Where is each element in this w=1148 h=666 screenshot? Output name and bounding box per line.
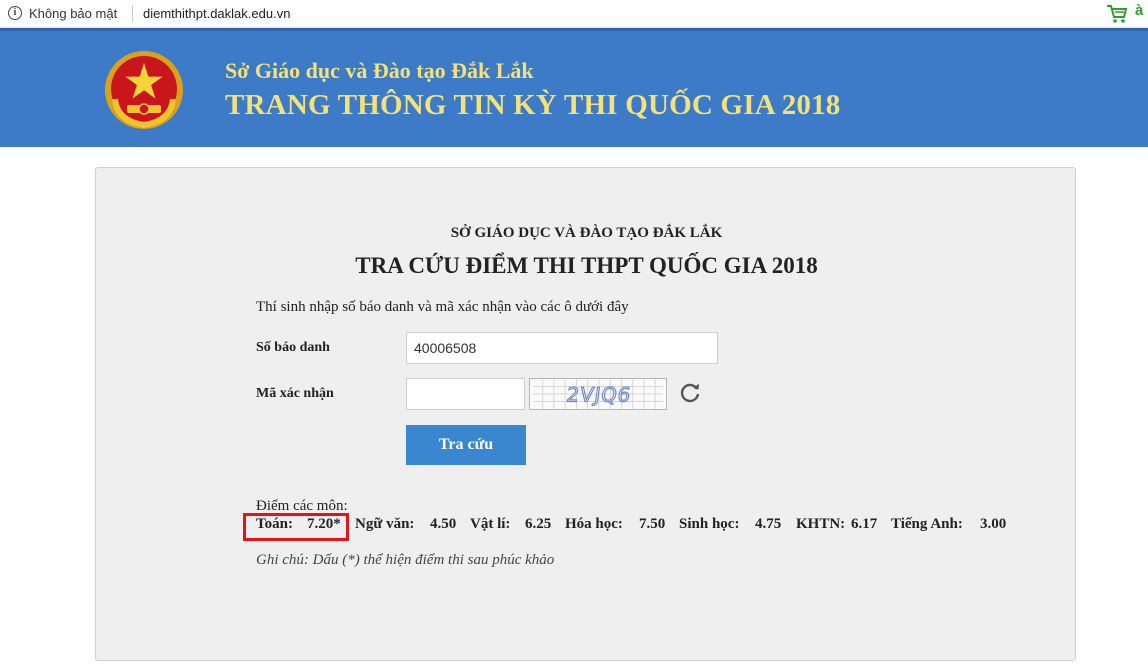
instruction-text: Thí sinh nhập số báo danh và mã xác nhận… — [256, 299, 629, 315]
footnote: Ghi chú: Dấu (*) thể hiện điểm thi sau p… — [256, 552, 555, 568]
subject-score-physics: 6.25 — [525, 516, 552, 532]
banner-subtitle: Sở Giáo dục và Đào tạo Đắk Lắk — [225, 58, 534, 83]
lookup-panel: SỞ GIÁO DỤC VÀ ĐÀO TẠO ĐẮK LẮK TRA CỨU Đ… — [95, 167, 1076, 661]
subject-name-literature: Ngữ văn: — [355, 516, 415, 532]
subject-name-biology: Sinh học: — [679, 516, 740, 532]
subject-score-natural-sciences: 6.17 — [851, 516, 878, 532]
subject-score-chemistry: 7.50 — [639, 516, 666, 532]
math-score-highlight — [243, 513, 349, 541]
subject-name-physics: Vật lí: — [470, 516, 511, 532]
address-separator — [132, 5, 133, 22]
browser-address-bar: i Không bảo mật diemthithpt.daklak.edu.v… — [0, 0, 1148, 28]
info-icon[interactable]: i — [8, 6, 22, 20]
subject-score-biology: 4.75 — [755, 516, 782, 532]
refresh-icon[interactable] — [678, 380, 702, 404]
url-field[interactable]: diemthithpt.daklak.edu.vn — [143, 6, 290, 21]
candidate-number-input[interactable]: 40006508 — [406, 332, 718, 364]
site-banner: Sở Giáo dục và Đào tạo Đắk Lắk TRANG THÔ… — [0, 28, 1148, 147]
banner-title: TRANG THÔNG TIN KỲ THI QUỐC GIA 2018 — [225, 89, 841, 121]
subject-name-chemistry: Hóa học: — [565, 516, 623, 532]
cart-icon[interactable] — [1106, 4, 1128, 24]
page-title: TRA CỨU ĐIỂM THI THPT QUỐC GIA 2018 — [355, 253, 818, 278]
captcha-label: Mã xác nhận — [256, 386, 334, 401]
search-button[interactable]: Tra cứu — [406, 425, 526, 465]
security-label[interactable]: Không bảo mật — [29, 6, 117, 21]
subject-score-literature: 4.50 — [430, 516, 457, 532]
captcha-image: 2VJQ6 — [529, 378, 667, 410]
captcha-text: 2VJQ6 — [565, 384, 633, 407]
extension-icon[interactable]: à — [1135, 2, 1143, 19]
candidate-number-label: Số báo danh — [256, 340, 330, 355]
subject-name-natural-sciences: KHTN: — [796, 516, 846, 532]
subject-name-english: Tiếng Anh: — [891, 516, 963, 532]
captcha-input[interactable] — [406, 378, 525, 410]
department-heading: SỞ GIÁO DỤC VÀ ĐÀO TẠO ĐẮK LẮK — [450, 225, 723, 241]
national-emblem-logo[interactable] — [103, 49, 185, 131]
subject-score-english: 3.00 — [980, 516, 1007, 532]
